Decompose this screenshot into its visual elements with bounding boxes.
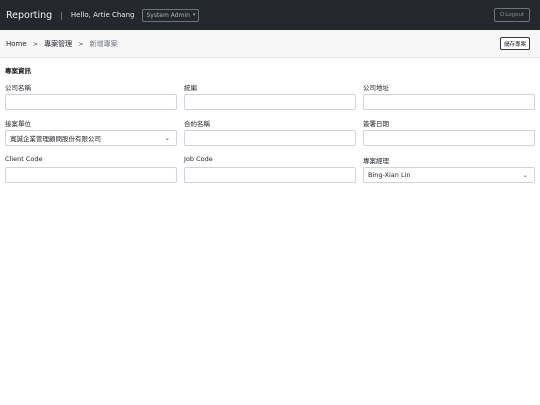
breadcrumb-bar: Home > 專案管理 > 新增專案 儲存專案	[0, 30, 540, 58]
app-brand[interactable]: Reporting	[6, 10, 52, 21]
tax-id-input[interactable]	[184, 94, 356, 110]
contract-name-label: 合約名稱	[184, 120, 210, 128]
breadcrumb-separator: >	[32, 40, 39, 48]
role-select-value: System Admin	[146, 11, 190, 19]
undertaking-unit-value: 寬誠企業管理顧問股份有限公司	[10, 135, 101, 143]
breadcrumb-current: 新增專案	[89, 40, 118, 48]
job-code-input[interactable]	[184, 167, 356, 183]
company-address-label: 公司地址	[363, 84, 389, 92]
chevron-down-icon: ⌄	[164, 134, 170, 142]
undertaking-unit-select[interactable]: 寬誠企業管理顧問股份有限公司 ⌄	[5, 130, 177, 146]
tax-id-label: 統編	[184, 84, 197, 92]
breadcrumb: Home > 專案管理 > 新增專案	[6, 39, 118, 49]
contract-name-input[interactable]	[184, 130, 356, 146]
save-project-button[interactable]: 儲存專案	[499, 37, 530, 50]
top-navbar: Reporting | Hello, Artie Chang System Ad…	[0, 0, 540, 30]
project-manager-value: Bing-Xian Lin	[368, 171, 411, 179]
caret-down-icon: ▾	[192, 12, 196, 18]
project-manager-label: 專案經理	[363, 157, 389, 165]
power-icon: ⏻	[499, 11, 505, 18]
sign-date-label: 簽署日期	[363, 120, 389, 128]
company-name-label: 公司名稱	[5, 84, 31, 92]
project-manager-select[interactable]: Bing-Xian Lin ⌄	[363, 167, 535, 183]
logout-label: Logout	[505, 12, 525, 18]
role-select[interactable]: System Admin ▾	[142, 8, 200, 22]
breadcrumb-separator: >	[78, 40, 84, 48]
client-code-label: Client Code	[5, 155, 43, 163]
breadcrumb-project-management[interactable]: 專案管理	[44, 39, 72, 49]
undertaking-unit-label: 接案單位	[5, 120, 31, 128]
company-name-input[interactable]	[5, 94, 177, 110]
user-greeting: Hello, Artie Chang	[70, 11, 135, 19]
section-title: 專案資訊	[5, 67, 31, 75]
client-code-input[interactable]	[5, 167, 177, 183]
chevron-down-icon: ⌄	[522, 171, 528, 179]
sign-date-input[interactable]	[363, 130, 535, 146]
job-code-label: Job Code	[184, 155, 213, 163]
breadcrumb-home[interactable]: Home	[6, 40, 27, 48]
company-address-input[interactable]	[363, 94, 535, 110]
logout-button[interactable]: ⏻ Logout	[494, 8, 530, 22]
navbar-separator: |	[60, 10, 63, 20]
